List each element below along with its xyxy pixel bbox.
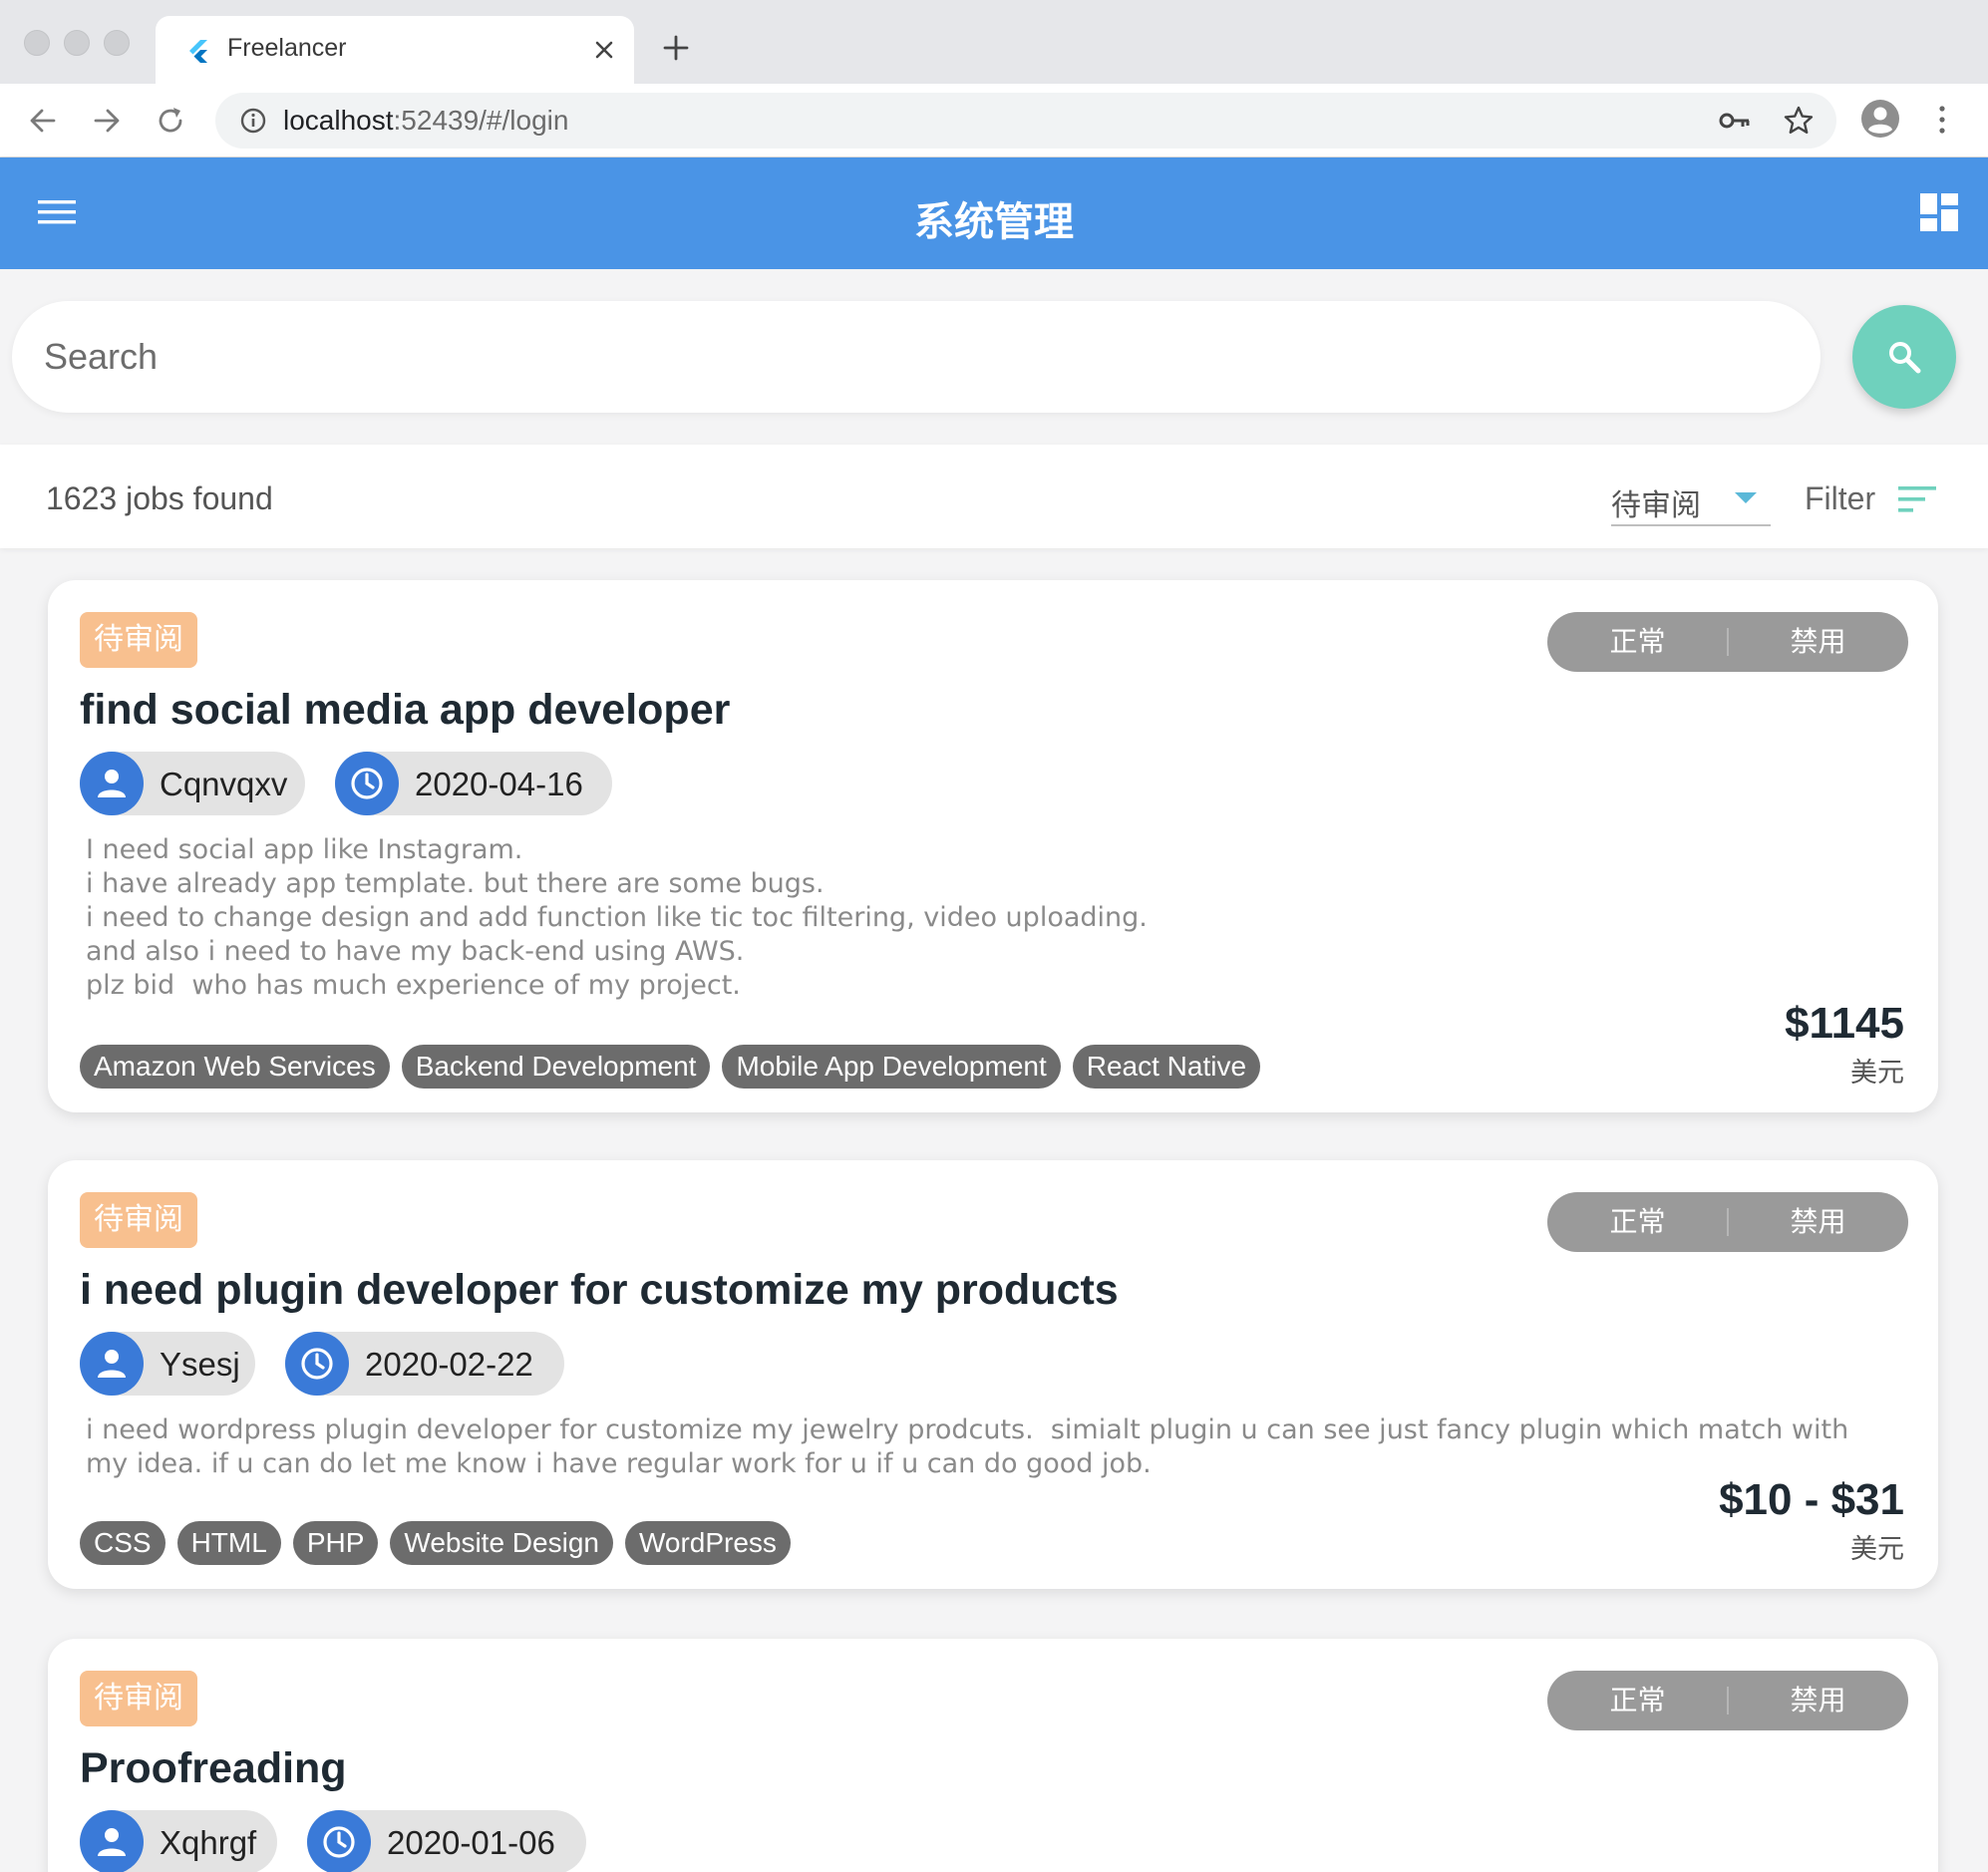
person-icon <box>98 1828 126 1856</box>
job-price: $10 - $31 美元 <box>1719 1475 1904 1566</box>
status-toggle[interactable]: 正常 禁用 <box>1547 1192 1908 1252</box>
toggle-disabled-button[interactable]: 禁用 <box>1728 1671 1908 1730</box>
skill-tag[interactable]: WordPress <box>624 1521 791 1565</box>
price-currency: 美元 <box>1850 1534 1904 1564</box>
skill-tag[interactable]: CSS <box>80 1521 166 1565</box>
window-close-button[interactable] <box>24 30 50 56</box>
person-icon <box>98 770 126 797</box>
star-icon[interactable] <box>1783 105 1815 137</box>
toggle-disabled-button[interactable]: 禁用 <box>1728 1192 1908 1252</box>
job-title[interactable]: i need plugin developer for customize my… <box>80 1266 1119 1315</box>
tab-title: Freelancer <box>227 34 347 62</box>
search-button[interactable] <box>1852 305 1956 409</box>
job-description: i need wordpress plugin developer for cu… <box>86 1414 1849 1479</box>
user-chip[interactable]: Ysesj <box>80 1332 255 1396</box>
clock-icon <box>323 1826 355 1858</box>
date-chip: 2020-04-16 <box>335 752 612 815</box>
results-count: 1623 jobs found <box>46 480 273 516</box>
flutter-icon <box>189 40 207 63</box>
post-date: 2020-01-06 <box>387 1824 555 1861</box>
skill-tag[interactable]: PHP <box>292 1521 379 1565</box>
status-dropdown[interactable]: 待审阅 <box>1611 468 1771 526</box>
toggle-disabled-button[interactable]: 禁用 <box>1728 612 1908 672</box>
results-bar: 1623 jobs found 待审阅 Filter <box>0 445 1988 548</box>
user-chip[interactable]: Xqhrgf <box>80 1810 277 1872</box>
back-arrow-icon[interactable] <box>24 102 62 140</box>
date-chip: 2020-01-06 <box>307 1810 586 1872</box>
skill-tag[interactable]: React Native <box>1072 1045 1261 1089</box>
status-badge: 待审阅 <box>80 1192 197 1248</box>
avatar <box>80 1810 144 1872</box>
price-amount: $10 - $31 <box>1719 1475 1904 1524</box>
address-bar[interactable]: localhost:52439/#/login <box>215 93 1836 149</box>
clock-icon <box>351 768 383 799</box>
post-date: 2020-02-22 <box>365 1346 533 1383</box>
filter-label: Filter <box>1805 480 1876 516</box>
skill-tag[interactable]: Amazon Web Services <box>80 1045 390 1089</box>
skill-tag[interactable]: Backend Development <box>401 1045 711 1089</box>
job-title[interactable]: find social media app developer <box>80 686 730 735</box>
url-path: :52439/#/login <box>393 105 569 136</box>
close-icon[interactable] <box>590 36 618 64</box>
clock-avatar <box>335 752 399 815</box>
window-maximize-button[interactable] <box>104 30 130 56</box>
toggle-normal-button[interactable]: 正常 <box>1547 1192 1728 1252</box>
page-title: 系统管理 <box>914 199 1074 245</box>
status-toggle[interactable]: 正常 禁用 <box>1547 612 1908 672</box>
user-chip[interactable]: Cqnvqxv <box>80 752 305 815</box>
skill-tags: CSS HTML PHP Website Design WordPress <box>80 1521 791 1565</box>
window-minimize-button[interactable] <box>64 30 90 56</box>
info-icon[interactable] <box>239 107 267 135</box>
toggle-normal-button[interactable]: 正常 <box>1547 612 1728 672</box>
status-toggle[interactable]: 正常 禁用 <box>1547 1671 1908 1730</box>
user-name: Cqnvqxv <box>160 766 288 802</box>
app-bar: 系统管理 <box>0 157 1988 269</box>
job-description: I need social app like Instagram. i have… <box>86 834 1148 1001</box>
skill-tag[interactable]: Mobile App Development <box>722 1045 1061 1089</box>
toggle-normal-button[interactable]: 正常 <box>1547 1671 1728 1730</box>
profile-icon[interactable] <box>1860 99 1900 139</box>
skill-tag[interactable]: Website Design <box>390 1521 613 1565</box>
forward-arrow-icon[interactable] <box>88 102 126 140</box>
job-card[interactable]: 待审阅 正常 禁用 Proofreading Xqhrgf 2020-01-06 <box>48 1639 1938 1872</box>
user-name: Ysesj <box>160 1346 240 1383</box>
price-amount: $1145 <box>1785 999 1904 1048</box>
user-name: Xqhrgf <box>160 1824 257 1861</box>
date-chip: 2020-02-22 <box>285 1332 564 1396</box>
job-card[interactable]: 待审阅 正常 禁用 i need plugin developer for cu… <box>48 1160 1938 1589</box>
job-card[interactable]: 待审阅 正常 禁用 find social media app develope… <box>48 580 1938 1112</box>
job-price: $1145 美元 <box>1785 999 1904 1090</box>
skill-tags: Amazon Web Services Backend Development … <box>80 1045 1261 1089</box>
search-input[interactable] <box>44 331 1739 383</box>
search-box <box>12 301 1821 413</box>
search-icon <box>1889 342 1921 374</box>
more-vert-icon[interactable] <box>1930 102 1954 138</box>
plus-icon[interactable] <box>660 32 692 64</box>
status-badge: 待审阅 <box>80 612 197 668</box>
clock-avatar <box>307 1810 371 1872</box>
price-currency: 美元 <box>1850 1058 1904 1088</box>
status-dropdown-value: 待审阅 <box>1611 488 1701 523</box>
url-host: localhost <box>283 105 394 136</box>
person-icon <box>98 1350 126 1378</box>
key-icon[interactable] <box>1719 107 1751 135</box>
job-title[interactable]: Proofreading <box>80 1744 347 1793</box>
reload-icon[interactable] <box>152 102 189 140</box>
browser-tab[interactable]: Freelancer <box>156 16 634 84</box>
avatar <box>80 1332 144 1396</box>
search-section <box>0 269 1988 445</box>
chevron-down-icon <box>1735 492 1757 503</box>
dashboard-icon[interactable] <box>1920 193 1958 231</box>
post-date: 2020-04-16 <box>415 766 583 802</box>
url-text: localhost:52439/#/login <box>283 105 568 137</box>
filter-list-icon <box>1898 486 1936 512</box>
browser-tab-bar: Freelancer <box>0 0 1988 84</box>
avatar <box>80 752 144 815</box>
browser-toolbar: localhost:52439/#/login <box>0 84 1988 157</box>
clock-icon <box>301 1348 333 1380</box>
status-badge: 待审阅 <box>80 1671 197 1726</box>
clock-avatar <box>285 1332 349 1396</box>
skill-tag[interactable]: HTML <box>176 1521 281 1565</box>
